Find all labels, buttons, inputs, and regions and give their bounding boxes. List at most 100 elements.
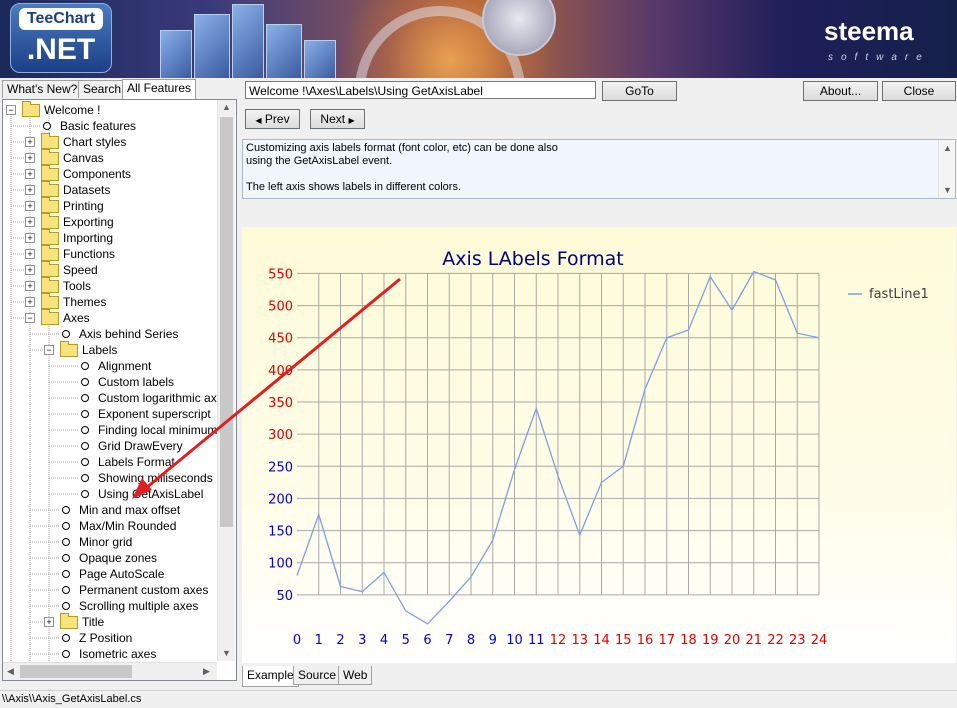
expand-plus-icon[interactable]: + (25, 233, 35, 243)
tree-item-minor-grid[interactable]: Minor grid (3, 534, 217, 550)
collapse-minus-icon[interactable]: − (6, 105, 16, 115)
tree-vscroll-thumb[interactable] (220, 117, 233, 527)
tree-item-canvas[interactable]: + Canvas (3, 149, 217, 166)
x-tick-label: 11 (528, 633, 545, 648)
tree-horizontal-scrollbar[interactable]: ◀ ▶ (3, 662, 217, 680)
close-button[interactable]: Close (882, 81, 956, 101)
tree-item-tools[interactable]: + Tools (3, 277, 217, 294)
tree-item-opaque-zones[interactable]: Opaque zones (3, 550, 217, 566)
next-button[interactable]: Next ▶ (310, 109, 365, 129)
tree-item-min-and-max-offset[interactable]: Min and max offset (3, 502, 217, 518)
desc-scroll-up-icon[interactable]: ▲ (943, 142, 952, 155)
x-tick-label: 23 (789, 633, 806, 648)
expand-plus-icon[interactable]: + (25, 169, 35, 179)
tab-example[interactable]: Example (242, 666, 299, 687)
feature-tree[interactable]: − Welcome ! Basic features + Chart styles + Ca… (2, 99, 237, 681)
tree-item-label: Permanent custom axes (79, 583, 209, 597)
x-tick-label: 20 (724, 633, 741, 648)
expand-plus-icon[interactable]: + (25, 137, 35, 147)
tree-hscroll-thumb[interactable] (20, 665, 132, 678)
tab-search[interactable]: Search (78, 80, 127, 98)
tree-item-custom-labels[interactable]: Custom labels (3, 374, 217, 390)
x-tick-label: 12 (550, 633, 567, 648)
tree-item-grid-drawevery[interactable]: Grid DrawEvery (3, 438, 217, 454)
description-scrollbar[interactable]: ▲ ▼ (938, 140, 955, 198)
collapse-minus-icon[interactable]: − (44, 345, 54, 355)
tree-item-max-min-rounded[interactable]: Max/Min Rounded (3, 518, 217, 534)
y-tick-label: 350 (268, 396, 293, 411)
x-tick-label: 8 (467, 633, 475, 648)
tab-web[interactable]: Web (338, 666, 373, 685)
scroll-up-icon[interactable]: ▲ (222, 102, 231, 112)
tree-vertical-scrollbar[interactable]: ▲ ▼ (217, 100, 235, 661)
tree-item-exponent-superscript[interactable]: Exponent superscript (3, 406, 217, 422)
path-input[interactable]: Welcome !\Axes\Labels\Using GetAxisLabel (245, 81, 596, 99)
tree-item-labels[interactable]: − Labels (3, 341, 217, 358)
about-button[interactable]: About... (803, 81, 878, 101)
tree-item-welcome[interactable]: − Welcome ! (3, 101, 217, 118)
tree-item-finding-local-minimum-a[interactable]: Finding local minimum a (3, 422, 227, 438)
tree-item-chart-styles[interactable]: + Chart styles (3, 133, 217, 150)
axis-labels-chart[interactable]: Axis LAbels Format5010015020025030035040… (242, 227, 956, 663)
goto-button[interactable]: GoTo (602, 81, 677, 101)
tab-whats-new[interactable]: What's New? (2, 80, 83, 98)
scroll-left-icon[interactable]: ◀ (7, 666, 14, 677)
tab-source[interactable]: Source (293, 666, 342, 685)
prev-button[interactable]: ◀ Prev (245, 109, 300, 129)
leaf-node-icon (81, 362, 89, 370)
expand-plus-icon[interactable]: + (25, 265, 35, 275)
tree-item-isometric-axes[interactable]: Isometric axes (3, 646, 217, 662)
tree-item-speed[interactable]: + Speed (3, 261, 217, 278)
banner-cubes-graphic (150, 0, 350, 78)
tree-item-page-autoscale[interactable]: Page AutoScale (3, 566, 217, 582)
tree-item-label: Page AutoScale (79, 567, 165, 581)
expand-plus-icon[interactable]: + (25, 297, 35, 307)
tree-item-axis-behind-series[interactable]: Axis behind Series (3, 326, 217, 342)
tree-item-permanent-custom-axes[interactable]: Permanent custom axes (3, 582, 217, 598)
desc-scroll-down-icon[interactable]: ▼ (943, 184, 952, 197)
chart-panel[interactable]: Axis LAbels Format 50 100 150 200 250 300 350 40… (242, 227, 956, 663)
expand-plus-icon[interactable]: + (44, 617, 54, 627)
steema-brand-sub: software (828, 52, 930, 63)
scroll-right-icon[interactable]: ▶ (203, 666, 210, 677)
tree-item-components[interactable]: + Components (3, 165, 217, 182)
tree-item-axes[interactable]: − Axes (3, 309, 217, 326)
x-tick-label: 17 (658, 633, 675, 648)
steema-brand: steema (824, 16, 914, 46)
tree-item-basic-features[interactable]: Basic features (3, 118, 217, 134)
y-tick-label: 50 (276, 589, 293, 604)
tree-item-showing-milliseconds[interactable]: Showing milliseconds (3, 470, 217, 486)
tree-item-label: Functions (63, 247, 116, 261)
x-tick-label: 4 (380, 633, 388, 648)
expand-plus-icon[interactable]: + (25, 249, 35, 259)
tree-item-printing[interactable]: + Printing (3, 197, 217, 214)
collapse-minus-icon[interactable]: − (25, 313, 35, 323)
leaf-node-icon (62, 634, 70, 642)
folder-icon (41, 293, 59, 309)
tree-item-alignment[interactable]: Alignment (3, 358, 217, 374)
expand-plus-icon[interactable]: + (25, 201, 35, 211)
tree-item-functions[interactable]: + Functions (3, 245, 217, 262)
tree-item-themes[interactable]: + Themes (3, 293, 217, 310)
tree-item-custom-logarithmic-axis[interactable]: Custom logarithmic axis (3, 390, 225, 406)
tab-all-features[interactable]: All Features (122, 79, 197, 99)
tree-item-datasets[interactable]: + Datasets (3, 181, 217, 198)
tree-item-scrolling-multiple-axes[interactable]: Scrolling multiple axes (3, 598, 217, 614)
tree-item-label: Z Position (79, 631, 133, 645)
tree-item-z-position[interactable]: Z Position (3, 630, 217, 646)
tree-item-label: Using GetAxisLabel (98, 487, 204, 501)
tree-item-label: Showing milliseconds (98, 471, 213, 485)
tree-item-labels-format[interactable]: Labels Format (3, 454, 217, 470)
tree-item-importing[interactable]: + Importing (3, 229, 217, 246)
scroll-down-icon[interactable]: ▼ (222, 648, 231, 658)
tree-item-using-getaxislabel[interactable]: Using GetAxisLabel (3, 486, 217, 502)
expand-plus-icon[interactable]: + (25, 185, 35, 195)
expand-plus-icon[interactable]: + (25, 217, 35, 227)
tree-item-label: Chart styles (63, 135, 127, 149)
leaf-node-icon (81, 410, 89, 418)
tree-item-title[interactable]: + Title (3, 613, 217, 630)
expand-plus-icon[interactable]: + (25, 153, 35, 163)
expand-plus-icon[interactable]: + (25, 281, 35, 291)
folder-icon (41, 277, 59, 293)
tree-item-exporting[interactable]: + Exporting (3, 213, 217, 230)
